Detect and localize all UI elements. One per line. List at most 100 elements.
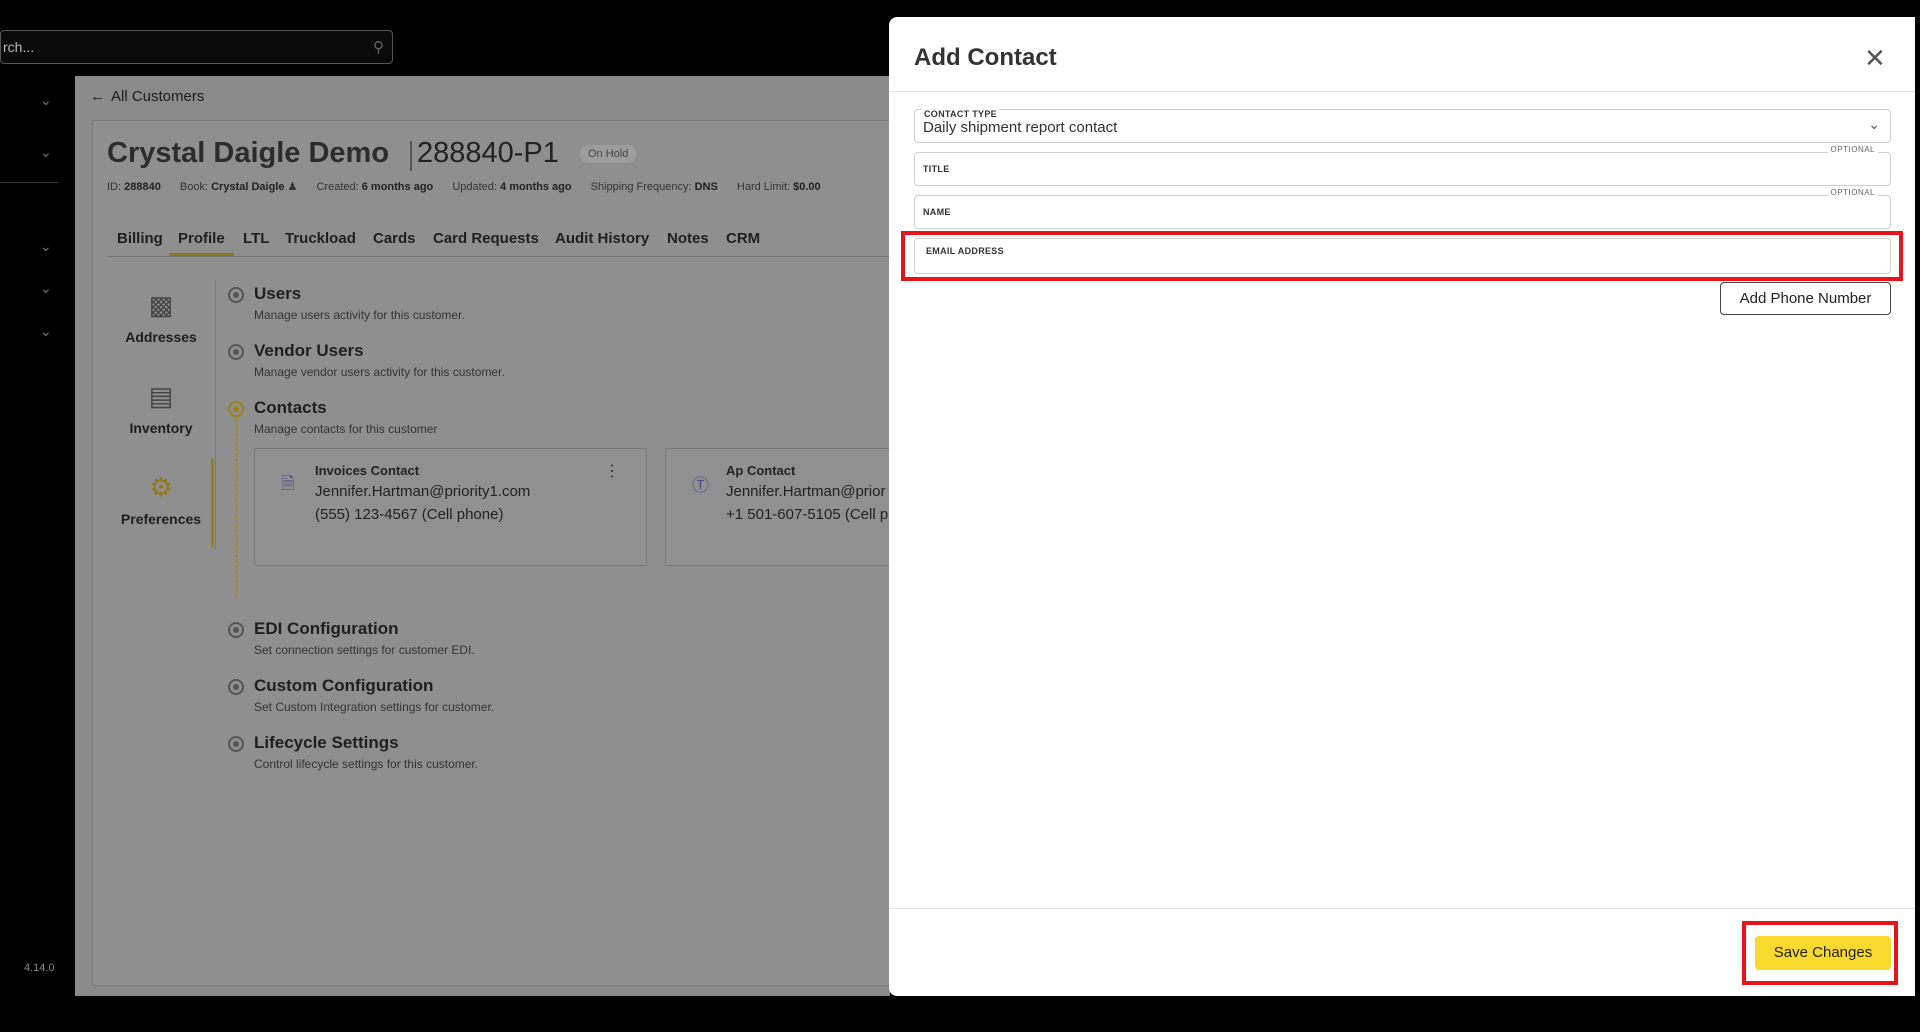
radio-icon (228, 344, 244, 360)
contact-phone: +1 501-607-5105 (Cell p (726, 506, 889, 523)
tab-profile[interactable]: Profile (178, 230, 225, 247)
tab-crm[interactable]: CRM (726, 230, 760, 247)
tab-ltl[interactable]: LTL (243, 230, 269, 247)
contact-type-select[interactable]: Contact Type Daily shipment report conta… (914, 109, 1891, 143)
customer-name: Crystal Daigle Demo (107, 137, 390, 169)
optional-hint: OPTIONAL (1827, 145, 1878, 154)
section-subtitle: Manage contacts for this customer (254, 422, 438, 436)
map-pin-icon: ▩ (148, 290, 174, 320)
meta-label: Hard Limit: (736, 181, 791, 193)
tab-notes[interactable]: Notes (667, 230, 709, 247)
section-title: EDI Configuration (254, 619, 399, 638)
optional-hint: OPTIONAL (1827, 188, 1878, 197)
clipboard-icon: ▤ (148, 381, 174, 411)
tab-truckload[interactable]: Truckload (285, 230, 356, 247)
chevron-down-icon[interactable]: ⌄ (40, 144, 52, 161)
field-label: Email Address (926, 246, 1004, 256)
gears-icon: ⚙ (149, 472, 173, 502)
meta-label: Shipping Frequency: (590, 181, 692, 193)
meta-label: ID: (107, 181, 122, 193)
tab-cards[interactable]: Cards (373, 230, 416, 247)
meta-value: Crystal Daigle (211, 181, 285, 193)
add-contact-modal: Add Contact ✕ Contact Type Daily shipmen… (889, 17, 1915, 996)
meta-value: $0.00 (793, 181, 821, 193)
field-label: Contact Type (922, 109, 999, 119)
name-field[interactable]: Name OPTIONAL (914, 188, 1891, 229)
add-phone-number-button[interactable]: Add Phone Number (1720, 282, 1891, 315)
contact-email: Jennifer.Hartman@prior (726, 483, 886, 500)
contact-name: Invoices Contact (315, 463, 420, 478)
status-badge: On Hold (580, 145, 637, 163)
radio-icon (228, 736, 244, 752)
customer-meta: ID: 288840 Book: Crystal Daigle ♟ Create… (107, 180, 837, 193)
kebab-menu-icon[interactable]: ⋮ (604, 461, 620, 481)
section-subtitle: Set Custom Integration settings for cust… (254, 700, 495, 714)
account-number: 288840-P1 (417, 137, 559, 169)
chevron-down-icon[interactable]: ⌄ (40, 238, 52, 255)
section-title: Vendor Users (254, 341, 364, 360)
nav-divider (215, 280, 216, 550)
radio-icon (228, 679, 244, 695)
tab-divider (107, 256, 890, 257)
modal-title: Add Contact (914, 44, 1057, 71)
save-changes-button[interactable]: Save Changes (1755, 936, 1891, 970)
search-placeholder: rch... (3, 39, 35, 55)
chevron-down-icon[interactable]: ⌄ (40, 323, 52, 340)
chevron-down-icon[interactable]: ⌄ (40, 92, 52, 109)
person-icon: ♟ (287, 181, 298, 193)
section-subtitle: Control lifecycle settings for this cust… (254, 757, 479, 771)
contact-email: Jennifer.Hartman@priority1.com (315, 483, 531, 500)
section-title: Contacts (254, 398, 327, 417)
meta-label: Created: (316, 181, 359, 193)
title-field[interactable]: Title OPTIONAL (914, 145, 1891, 186)
meta-value: 4 months ago (500, 181, 572, 193)
contact-phone: (555) 123-4567 (Cell phone) (315, 506, 504, 523)
modal-footer-divider (889, 908, 1915, 909)
chevron-down-icon[interactable]: ⌄ (40, 280, 52, 297)
nav-active-indicator (211, 458, 214, 548)
email-field[interactable]: Email Address (914, 238, 1891, 274)
nav-addresses[interactable]: ▩ Addresses (106, 290, 216, 345)
field-label: Name (923, 207, 951, 217)
section-subtitle: Manage vendor users activity for this cu… (254, 365, 505, 379)
contact-type-value: Daily shipment report contact (923, 119, 1118, 136)
nav-inventory[interactable]: ▤ Inventory (106, 381, 216, 436)
meta-value: 6 months ago (361, 181, 434, 193)
meta-label: Book: (179, 181, 209, 193)
contact-card[interactable]: 🗎 Invoices Contact Jennifer.Hartman@prio… (254, 448, 647, 566)
tab-billing[interactable]: Billing (117, 230, 163, 247)
section-timeline (236, 418, 237, 598)
sidebar-divider (0, 182, 58, 183)
section-title: Users (254, 284, 302, 303)
section-subtitle: Set connection settings for customer EDI… (254, 643, 475, 657)
global-search[interactable]: rch... ⚲ (0, 30, 393, 64)
close-icon[interactable]: ✕ (1864, 43, 1886, 74)
radio-icon (228, 401, 244, 417)
meta-value: 288840 (124, 181, 161, 193)
search-icon[interactable]: ⚲ (373, 38, 384, 56)
nav-label: Preferences (120, 511, 202, 527)
tab-card-requests[interactable]: Card Requests (433, 230, 539, 247)
radio-icon (228, 622, 244, 638)
tab-audit-history[interactable]: Audit History (555, 230, 649, 247)
arrow-left-icon: ← (90, 88, 105, 105)
active-tab-indicator (169, 253, 234, 256)
chevron-down-icon: ⌄ (1868, 116, 1880, 132)
back-link[interactable]: ← All Customers (90, 88, 204, 105)
field-label: Title (923, 164, 950, 174)
nav-label: Inventory (129, 420, 193, 436)
section-subtitle: Manage users activity for this customer. (254, 308, 465, 322)
contact-name: Ap Contact (726, 463, 796, 478)
app-version: 4.14.0 (24, 962, 55, 974)
meta-label: Updated: (452, 181, 497, 193)
nav-preferences[interactable]: ⚙ Preferences (106, 472, 216, 527)
back-link-label: All Customers (111, 88, 205, 105)
app-sidebar (0, 0, 75, 1032)
radio-icon (228, 287, 244, 303)
document-icon: 🗎 (281, 474, 295, 493)
section-title: Custom Configuration (254, 676, 434, 695)
title-separator (410, 141, 412, 171)
modal-header-divider (889, 91, 1915, 92)
meta-value: DNS (694, 181, 718, 193)
nav-label: Addresses (125, 329, 197, 345)
